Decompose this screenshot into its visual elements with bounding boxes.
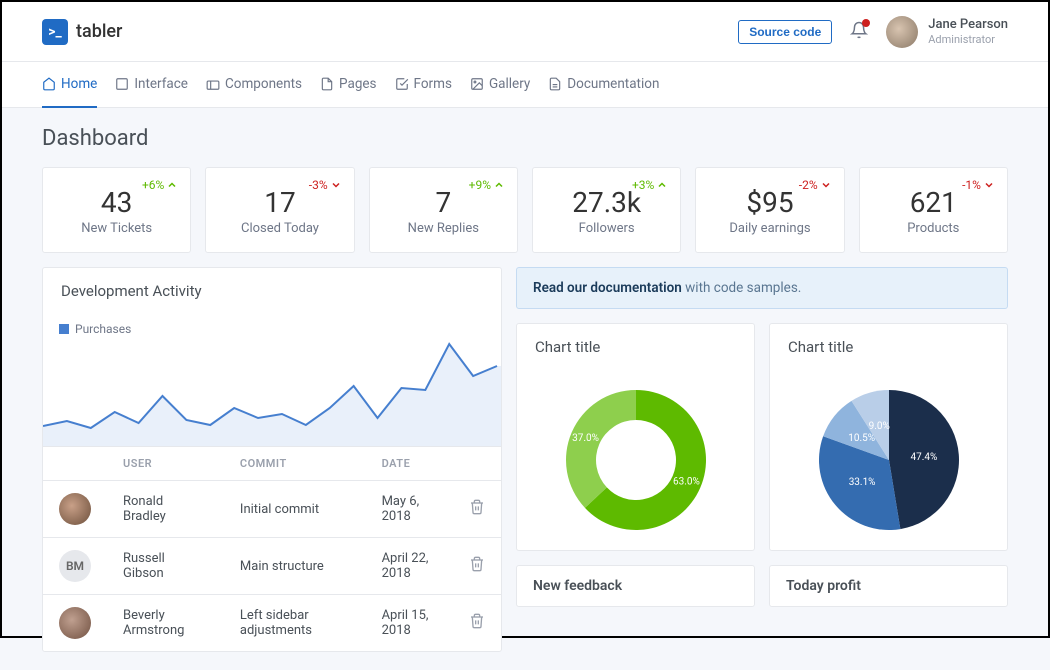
commit-cell: Main structure: [224, 538, 366, 595]
stat-label: New Replies: [370, 221, 517, 236]
stat-card-followers: +3% 27.3kFollowers: [532, 167, 681, 253]
svg-text:47.4%: 47.4%: [910, 452, 937, 463]
brand-logo[interactable]: >_ tabler: [42, 19, 122, 45]
svg-text:10.5%: 10.5%: [848, 433, 875, 444]
table-row: Beverly ArmstrongLeft sidebar adjustment…: [43, 595, 501, 652]
pie-chart: 47.4% 33.1% 10.5%9.0%: [770, 370, 1007, 550]
dev-activity-card: Development Activity Purchases USER COMM…: [42, 267, 502, 652]
card-title: Development Activity: [43, 268, 501, 314]
table-row: BM Russell GibsonMain structureApril 22, …: [43, 538, 501, 595]
donut-chart-card: Chart title 63.0%37.0%: [516, 323, 755, 551]
nav-item-gallery[interactable]: Gallery: [470, 62, 530, 108]
donut-chart: 63.0% 37.0%: [517, 370, 754, 550]
stat-card-products: -1% 621Products: [859, 167, 1008, 253]
col-user: USER: [107, 447, 224, 481]
user-menu[interactable]: Jane Pearson Administrator: [886, 16, 1008, 48]
user-cell: Beverly Armstrong: [107, 595, 224, 652]
date-cell: April 22, 2018: [366, 538, 453, 595]
interface-icon: [115, 77, 129, 91]
col-commit: COMMIT: [224, 447, 366, 481]
stat-card-closed-today: -3% 17Closed Today: [205, 167, 354, 253]
trash-icon[interactable]: [453, 481, 501, 538]
date-cell: May 6, 2018: [366, 481, 453, 538]
today-profit-card: Today profit: [769, 565, 1008, 607]
stat-card-new-tickets: +6% 43New Tickets: [42, 167, 191, 253]
line-chart: [43, 336, 501, 446]
commits-table: USER COMMIT DATE Ronald BradleyInitial c…: [43, 446, 501, 651]
date-cell: April 15, 2018: [366, 595, 453, 652]
header: >_ tabler Source code Jane Pearson Admin…: [2, 2, 1048, 62]
documentation-alert[interactable]: Read our documentation with code samples…: [516, 267, 1008, 309]
user-cell: Russell Gibson: [107, 538, 224, 595]
pie-chart-card: Chart title 47.4%33.1%10.5%9.0%: [769, 323, 1008, 551]
svg-text:9.0%: 9.0%: [868, 421, 889, 432]
svg-text:37.0%: 37.0%: [572, 433, 599, 444]
delta: +6%: [142, 178, 178, 192]
avatar: BM: [59, 550, 91, 582]
table-row: Ronald BradleyInitial commitMay 6, 2018: [43, 481, 501, 538]
commit-cell: Initial commit: [224, 481, 366, 538]
delta: +3%: [632, 178, 668, 192]
logo-icon: >_: [42, 19, 68, 45]
stat-card-new-replies: +9% 7New Replies: [369, 167, 518, 253]
pages-icon: [320, 77, 334, 91]
delta: -2%: [799, 178, 832, 192]
nav-item-pages[interactable]: Pages: [320, 62, 377, 108]
home-icon: [42, 77, 56, 91]
delta: +9%: [469, 178, 505, 192]
source-code-button[interactable]: Source code: [738, 20, 832, 44]
stat-label: Closed Today: [206, 221, 353, 236]
user-cell: Ronald Bradley: [107, 481, 224, 538]
commit-cell: Left sidebar adjustments: [224, 595, 366, 652]
forms-icon: [395, 77, 409, 91]
delta: -1%: [962, 178, 995, 192]
notification-bell-icon[interactable]: [850, 21, 868, 43]
user-name: Jane Pearson: [928, 17, 1008, 33]
new-feedback-card: New feedback: [516, 565, 755, 607]
documentation-icon: [548, 77, 562, 91]
nav-item-interface[interactable]: Interface: [115, 62, 188, 108]
stat-label: New Tickets: [43, 221, 190, 236]
col-date: DATE: [366, 447, 453, 481]
notification-dot: [862, 19, 870, 27]
avatar: [59, 607, 91, 639]
stat-label: Products: [860, 221, 1007, 236]
user-role: Administrator: [928, 33, 1008, 46]
nav-item-components[interactable]: Components: [206, 62, 302, 108]
delta: -3%: [309, 178, 342, 192]
avatar: [886, 16, 918, 48]
trash-icon[interactable]: [453, 595, 501, 652]
chart-legend: Purchases: [43, 314, 501, 336]
stat-label: Daily earnings: [696, 221, 843, 236]
svg-text:63.0%: 63.0%: [673, 476, 700, 487]
nav-item-forms[interactable]: Forms: [395, 62, 452, 108]
avatar: [59, 493, 91, 525]
nav-item-home[interactable]: Home: [42, 62, 97, 108]
stats-row: +6% 43New Tickets-3% 17Closed Today+9% 7…: [42, 167, 1008, 253]
main-nav: Home Interface Components Pages Forms Gallery…: [2, 62, 1048, 108]
stat-label: Followers: [533, 221, 680, 236]
gallery-icon: [470, 77, 484, 91]
brand-name: tabler: [76, 21, 122, 42]
page-title: Dashboard: [42, 126, 1008, 151]
trash-icon[interactable]: [453, 538, 501, 595]
nav-item-documentation[interactable]: Documentation: [548, 62, 659, 108]
components-icon: [206, 77, 220, 91]
stat-card-daily-earnings: -2% $95Daily earnings: [695, 167, 844, 253]
svg-text:33.1%: 33.1%: [848, 477, 875, 488]
